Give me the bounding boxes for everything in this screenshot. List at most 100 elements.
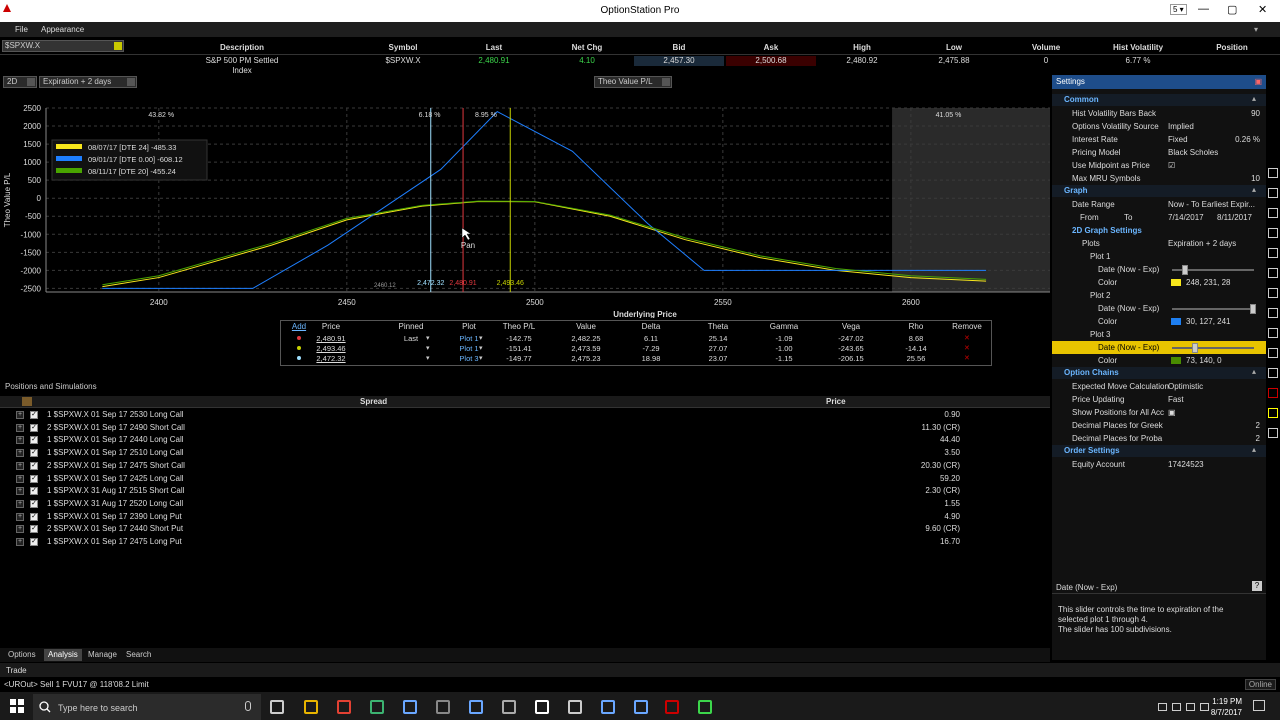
- col-price[interactable]: Price: [826, 397, 846, 406]
- app-icon-8[interactable]: [698, 700, 712, 714]
- dropdown-arrow-icon[interactable]: [114, 42, 122, 50]
- pinned-dropdown-icon[interactable]: ▾: [426, 344, 430, 352]
- show-positions[interactable]: Show Positions for All Acc ▣: [1052, 406, 1266, 419]
- price-cell-price[interactable]: 2,472.32: [301, 354, 361, 363]
- include-checkbox[interactable]: ✓: [30, 411, 38, 419]
- price-col-9[interactable]: Vega: [826, 322, 876, 331]
- section-graph[interactable]: Graph: [1052, 185, 1266, 197]
- equity-account[interactable]: Equity Account 17424523: [1052, 458, 1266, 471]
- from-date[interactable]: 7/14/2017: [1168, 211, 1204, 224]
- dimension-select[interactable]: 2D: [3, 76, 37, 88]
- side-tool-icon[interactable]: [1268, 348, 1278, 358]
- expand-icon[interactable]: +: [16, 487, 24, 496]
- plot1-date-slider[interactable]: [1172, 265, 1254, 275]
- price-col-8[interactable]: Gamma: [759, 322, 809, 331]
- app-icon-3[interactable]: [502, 700, 516, 714]
- microphone-icon[interactable]: [245, 701, 251, 711]
- side-tool-icon[interactable]: [1268, 288, 1278, 298]
- side-tool-icon[interactable]: [1268, 188, 1278, 198]
- quote-col-4[interactable]: Bid: [634, 43, 724, 52]
- include-checkbox[interactable]: ✓: [30, 525, 38, 534]
- app-icon-4[interactable]: [535, 700, 549, 714]
- app-icon-7[interactable]: [634, 700, 648, 714]
- pinned-dropdown-icon[interactable]: ▾: [426, 334, 430, 342]
- pricing-model[interactable]: Pricing Model Black Scholes: [1052, 146, 1266, 159]
- color-swatch[interactable]: [1171, 318, 1181, 325]
- symbol-select[interactable]: $SPXW.X: [2, 40, 124, 52]
- tab-options[interactable]: Options: [4, 649, 40, 661]
- collapse-icon[interactable]: ▴: [1252, 445, 1256, 454]
- plot2-date-slider[interactable]: [1172, 304, 1256, 314]
- grid-menu-icon[interactable]: [22, 397, 32, 406]
- position-row[interactable]: + ✓ 2 $SPXW.X 01 Sep 17 2475 Short Call 20.…: [12, 460, 1050, 472]
- interest-rate[interactable]: Interest Rate Fixed 0.26 %: [1052, 133, 1266, 146]
- hist-bars-back[interactable]: Hist Volatility Bars Back 90: [1052, 107, 1266, 120]
- price-col-11[interactable]: Remove: [942, 322, 992, 331]
- color-swatch[interactable]: [1171, 279, 1181, 286]
- close-button[interactable]: ✕: [1258, 3, 1267, 16]
- plot1-color-row[interactable]: Color 248, 231, 28: [1052, 276, 1266, 289]
- price-col-10[interactable]: Rho: [891, 322, 941, 331]
- use-midpoint[interactable]: Use Midpoint as Price ☑: [1052, 159, 1266, 172]
- expand-icon[interactable]: +: [16, 538, 24, 546]
- position-row[interactable]: + ✓ 2 $SPXW.X 01 Sep 17 2440 Short Put 9.60…: [12, 523, 1050, 535]
- pl-chart[interactable]: 2500 2000 1500 1000 500 0 -500 -1000 -1500 -2000 -…: [0, 100, 1050, 318]
- plot2-color-row[interactable]: Color 30, 127, 241: [1052, 315, 1266, 328]
- side-tool-icon[interactable]: [1268, 368, 1278, 378]
- include-checkbox[interactable]: ✓: [30, 474, 38, 483]
- quote-col-5[interactable]: Ask: [726, 43, 816, 52]
- expand-icon[interactable]: +: [16, 525, 24, 534]
- side-tool-icon[interactable]: [1268, 208, 1278, 218]
- maximize-button[interactable]: ▢: [1227, 3, 1237, 16]
- date-range[interactable]: Date Range Now - To Earliest Expir...: [1052, 198, 1266, 211]
- expand-icon[interactable]: +: [16, 499, 24, 508]
- trade-label[interactable]: Trade: [6, 666, 27, 675]
- tab-search[interactable]: Search: [122, 649, 155, 661]
- side-tool-icon[interactable]: [1268, 428, 1278, 438]
- plot1-date-row[interactable]: Date (Now - Exp): [1052, 263, 1266, 276]
- notifications-icon[interactable]: [1253, 700, 1265, 711]
- include-checkbox[interactable]: ✓: [30, 423, 38, 432]
- price-updating[interactable]: Price Updating Fast: [1052, 393, 1266, 406]
- position-row[interactable]: + ✓ 1 $SPXW.X 31 Aug 17 2520 Long Call 1.55: [12, 498, 1050, 510]
- side-tool-icon[interactable]: [1268, 388, 1278, 398]
- to-date[interactable]: 8/11/2017: [1217, 211, 1252, 224]
- menu-file[interactable]: File: [15, 25, 28, 34]
- quote-col-0[interactable]: Description: [197, 43, 287, 52]
- tab-manage[interactable]: Manage: [84, 649, 121, 661]
- include-checkbox[interactable]: ✓: [30, 436, 38, 445]
- section-option-chains[interactable]: Option Chains: [1052, 367, 1266, 379]
- color-swatch[interactable]: [1171, 357, 1181, 364]
- side-tool-icon[interactable]: [1268, 268, 1278, 278]
- position-row[interactable]: + ✓ 1 $SPXW.X 31 Aug 17 2515 Short Call 2.3…: [12, 485, 1050, 497]
- close-panel-icon[interactable]: ▣: [1254, 75, 1262, 89]
- taskbar-time[interactable]: 1:19 PM: [1206, 697, 1242, 706]
- expand-icon[interactable]: +: [16, 512, 24, 521]
- tab-analysis[interactable]: Analysis: [44, 649, 82, 661]
- app-icon-1[interactable]: [370, 700, 384, 714]
- remove-row-icon[interactable]: ✕: [964, 334, 970, 342]
- price-col-5[interactable]: Value: [561, 322, 611, 331]
- expand-icon[interactable]: +: [16, 474, 24, 483]
- volume-icon[interactable]: [1186, 703, 1195, 711]
- network-icon[interactable]: [1172, 703, 1181, 711]
- position-row[interactable]: + ✓ 1 $SPXW.X 01 Sep 17 2440 Long Call 44.4…: [12, 434, 1050, 446]
- file-explorer-icon[interactable]: [304, 700, 318, 714]
- price-col-3[interactable]: Plot: [444, 322, 494, 331]
- position-row[interactable]: + ✓ 1 $SPXW.X 01 Sep 17 2390 Long Put 4.90: [12, 511, 1050, 523]
- quote-col-3[interactable]: Net Chg: [542, 43, 632, 52]
- from-to-row[interactable]: From To 7/14/2017 8/11/2017: [1052, 211, 1266, 224]
- expand-icon[interactable]: +: [16, 449, 24, 458]
- expand-icon[interactable]: +: [16, 423, 24, 432]
- collapse-icon[interactable]: ▴: [1252, 94, 1256, 103]
- position-row[interactable]: + ✓ 1 $SPXW.X 01 Sep 17 2425 Long Call 59.2…: [12, 473, 1050, 485]
- vol-source[interactable]: Options Volatility Source Implied: [1052, 120, 1266, 133]
- include-checkbox[interactable]: ✓: [30, 499, 38, 508]
- plot3-date-row[interactable]: Date (Now - Exp): [1052, 341, 1266, 354]
- price-col-2[interactable]: Pinned: [386, 322, 436, 331]
- plot1-row[interactable]: Plot 1: [1052, 250, 1266, 263]
- include-checkbox[interactable]: ✓: [30, 538, 38, 546]
- calculator-icon[interactable]: [436, 700, 450, 714]
- plot-dropdown-icon[interactable]: ▾: [479, 344, 483, 352]
- plot-dropdown-icon[interactable]: ▾: [479, 354, 483, 362]
